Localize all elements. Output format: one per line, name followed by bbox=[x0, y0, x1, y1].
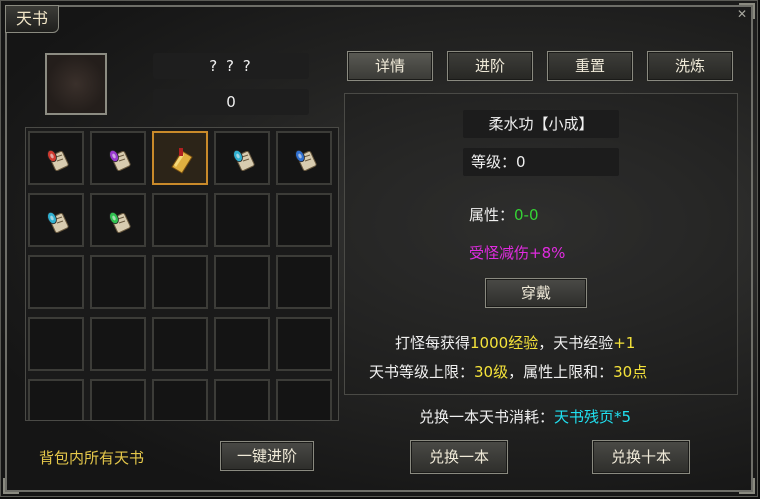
inventory-slot[interactable] bbox=[214, 255, 270, 309]
inventory-slot[interactable] bbox=[152, 193, 208, 247]
exp-text-2: ，天书经验 bbox=[538, 334, 614, 352]
level-cap-label: 天书等级上限： bbox=[369, 363, 475, 381]
cyan-scroll-icon bbox=[233, 149, 255, 172]
inventory-slot[interactable] bbox=[214, 193, 270, 247]
inventory-slot[interactable] bbox=[90, 255, 146, 309]
exchange-cost-line: 兑换一本天书消耗：天书残页*5 bbox=[419, 406, 631, 427]
inventory-slot[interactable] bbox=[276, 317, 332, 371]
inventory-grid bbox=[25, 127, 339, 421]
inventory-slot[interactable] bbox=[214, 379, 270, 420]
exp-text: 打怪每获得 bbox=[395, 334, 471, 352]
inventory-slot[interactable] bbox=[90, 193, 146, 247]
attr-cap-label: ，属性上限和： bbox=[508, 363, 614, 381]
inventory-slot[interactable] bbox=[276, 131, 332, 185]
book-name-display: 柔水功【小成】 bbox=[463, 110, 619, 138]
tab-reset[interactable]: 重置 bbox=[547, 51, 633, 81]
inventory-slot[interactable] bbox=[276, 193, 332, 247]
inventory-slot[interactable] bbox=[152, 255, 208, 309]
window-title: 天书 bbox=[5, 5, 59, 33]
attribute-value: 0-0 bbox=[514, 206, 539, 224]
exp-amount: 1000经验 bbox=[470, 334, 539, 352]
exp-gain: +1 bbox=[613, 334, 636, 352]
inventory-slot[interactable] bbox=[214, 317, 270, 371]
inventory-slot[interactable] bbox=[276, 379, 332, 420]
equip-button[interactable]: 穿戴 bbox=[485, 278, 587, 308]
attribute-row: 属性：0-0 bbox=[469, 204, 539, 225]
inventory-slot[interactable] bbox=[28, 193, 84, 247]
inventory-slot[interactable] bbox=[276, 255, 332, 309]
inventory-slot[interactable] bbox=[28, 255, 84, 309]
damage-reduction-bonus: 受怪减伤+8% bbox=[469, 244, 566, 262]
attribute-label: 属性： bbox=[469, 206, 515, 224]
inventory-slot[interactable] bbox=[28, 131, 84, 185]
inventory-slot[interactable] bbox=[152, 131, 208, 185]
level-label: 等级： bbox=[471, 153, 517, 171]
red-scroll-icon bbox=[47, 149, 69, 172]
inventory-slot[interactable] bbox=[152, 379, 208, 420]
inventory-slot[interactable] bbox=[28, 379, 84, 420]
book-portrait bbox=[45, 53, 107, 115]
inventory-slot[interactable] bbox=[90, 317, 146, 371]
level-value: 0 bbox=[516, 153, 526, 171]
tab-refine[interactable]: 洗炼 bbox=[647, 51, 733, 81]
book-title-display: ? ? ? bbox=[153, 53, 309, 79]
frame-corner-ornament bbox=[3, 478, 19, 494]
level-cap-value: 30级 bbox=[474, 363, 509, 381]
bag-all-books-label: 背包内所有天书 bbox=[39, 449, 145, 467]
cyan-scroll-icon bbox=[47, 211, 69, 234]
inventory-slot[interactable] bbox=[28, 317, 84, 371]
inventory-slot[interactable] bbox=[214, 131, 270, 185]
close-icon[interactable]: ✕ bbox=[735, 7, 749, 21]
attr-cap-value: 30点 bbox=[613, 363, 648, 381]
limit-info-line: 天书等级上限：30级，属性上限和：30点 bbox=[369, 361, 647, 382]
tab-advance[interactable]: 进阶 bbox=[447, 51, 533, 81]
inventory-slot[interactable] bbox=[90, 131, 146, 185]
blue-scroll-icon bbox=[295, 149, 317, 172]
exchange-cost-label: 兑换一本天书消耗： bbox=[419, 408, 555, 426]
golden-book-icon bbox=[171, 148, 193, 174]
green-scroll-icon bbox=[109, 211, 131, 234]
purple-scroll-icon bbox=[109, 149, 131, 172]
one-click-advance-button[interactable]: 一键进阶 bbox=[220, 441, 314, 471]
tab-details[interactable]: 详情 bbox=[347, 51, 433, 81]
inventory-slot[interactable] bbox=[90, 379, 146, 420]
frame-corner-ornament bbox=[739, 478, 755, 494]
exchange-one-button[interactable]: 兑换一本 bbox=[410, 440, 508, 474]
exchange-ten-button[interactable]: 兑换十本 bbox=[592, 440, 690, 474]
book-level-display: 0 bbox=[153, 89, 309, 115]
exchange-cost-value: 天书残页*5 bbox=[554, 408, 632, 426]
tianshu-window: 天书 ✕ ? ? ? 0 详情 进阶 重置 洗炼 柔水功【小成】 等级：0 属性… bbox=[0, 0, 758, 497]
exp-info-line: 打怪每获得1000经验，天书经验+1 bbox=[395, 332, 635, 353]
book-level-row: 等级：0 bbox=[463, 148, 619, 176]
inventory-slot[interactable] bbox=[152, 317, 208, 371]
